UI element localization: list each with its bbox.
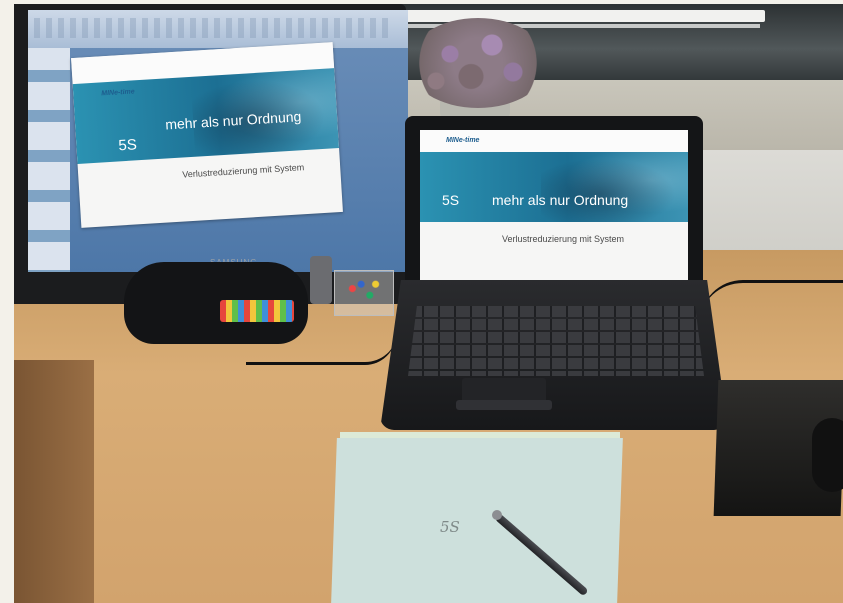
- paper-sheet: [331, 438, 623, 603]
- computer-mouse: [812, 418, 843, 492]
- flowering-plant: [408, 18, 548, 108]
- slide-subtitle: Verlustreduzierung mit System: [182, 162, 305, 180]
- handwritten-note: 5S: [440, 518, 460, 536]
- presentation-ribbon: [28, 10, 408, 48]
- touchpad-buttons: [456, 400, 552, 410]
- slide-logo: MINe-time: [446, 137, 480, 144]
- laptop-cable: [246, 334, 396, 365]
- window-frame: [390, 10, 765, 22]
- slide-5s-label: 5S: [117, 136, 138, 155]
- slide-subtitle: Verlustreduzierung mit System: [502, 234, 625, 244]
- paperclip-box: [334, 270, 394, 316]
- pen-tip: [492, 510, 502, 520]
- laptop-keyboard: [408, 306, 704, 376]
- slide-banner: [420, 152, 688, 222]
- ribbon-buttons: [34, 18, 394, 38]
- tape-dispenser: [310, 256, 332, 304]
- monitor-slide: MINe-time 5S mehr als nur Ordnung Verlus…: [71, 42, 343, 228]
- desk-photo: SAMSUNG MINe-time 5S mehr als nur Ordnun…: [0, 0, 843, 603]
- laptop-slide: MINe-time 5S mehr als nur Ordnung Verlus…: [420, 130, 688, 280]
- slide-5s-label: 5S: [442, 192, 460, 208]
- mouse-cable: [700, 280, 843, 323]
- slide-thumbnails: [28, 48, 70, 272]
- laptop-screen: MINe-time 5S mehr als nur Ordnung Verlus…: [420, 130, 688, 280]
- colored-clips: [220, 300, 294, 322]
- desk-edge: [14, 360, 94, 603]
- slide-title: mehr als nur Ordnung: [492, 192, 629, 208]
